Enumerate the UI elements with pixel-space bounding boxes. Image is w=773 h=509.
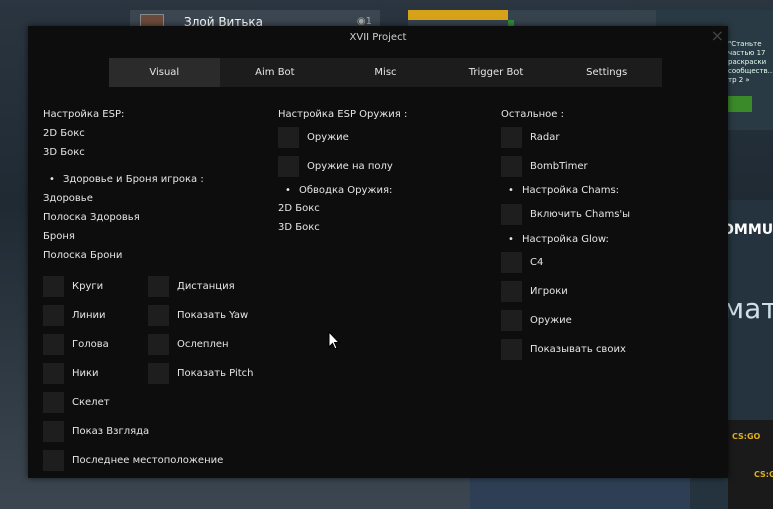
- checkbox-box[interactable]: [501, 127, 522, 148]
- checkbox-box[interactable]: [148, 305, 169, 326]
- esp-health[interactable]: Здоровье: [43, 193, 93, 204]
- glow-header: Настройка Glow:: [508, 234, 609, 245]
- weapon-box-3d[interactable]: 3D Бокс: [278, 222, 320, 233]
- esp-box-3d[interactable]: 3D Бокс: [43, 147, 85, 158]
- checkbox-box[interactable]: [43, 363, 64, 384]
- checkbox-glow-weapons[interactable]: Оружие: [501, 310, 572, 331]
- checkbox-box[interactable]: [43, 450, 64, 471]
- checkbox-last-position[interactable]: Последнее местоположение: [43, 450, 223, 471]
- checkbox-box[interactable]: [501, 339, 522, 360]
- checkbox-box[interactable]: [148, 334, 169, 355]
- tab-aim-bot[interactable]: Aim Bot: [220, 58, 331, 87]
- tab-misc[interactable]: Misc: [330, 58, 441, 87]
- checkbox-show-pitch[interactable]: Показать Pitch: [148, 363, 254, 384]
- esp-header: Настройка ESP:: [43, 109, 125, 120]
- csgo-logo: CS:GO: [754, 470, 773, 479]
- news-text: "Станьте частью 17 раскраски сообществ..…: [728, 40, 773, 84]
- community-text: OMMU: [722, 222, 773, 238]
- banner-strip: [408, 10, 508, 20]
- csgo-logo: CS:GO: [732, 432, 761, 441]
- checkbox-box[interactable]: [148, 276, 169, 297]
- esp-armor-bar[interactable]: Полоска Брони: [43, 250, 122, 261]
- cheat-menu-window: XVII Project × Visual Aim Bot Misc Trigg…: [28, 26, 728, 478]
- checkbox-box[interactable]: [501, 281, 522, 302]
- chams-header: Настройка Chams:: [508, 185, 619, 196]
- tab-trigger-bot[interactable]: Trigger Bot: [441, 58, 552, 87]
- checkbox-box[interactable]: [501, 156, 522, 177]
- checkbox-box[interactable]: [43, 334, 64, 355]
- checkbox-glow-c4[interactable]: C4: [501, 252, 543, 273]
- esp-box-2d[interactable]: 2D Бокс: [43, 128, 85, 139]
- checkbox-box[interactable]: [278, 156, 299, 177]
- checkbox-names[interactable]: Ники: [43, 363, 99, 384]
- checkbox-bomb-timer[interactable]: BombTimer: [501, 156, 588, 177]
- tab-bar: Visual Aim Bot Misc Trigger Bot Settings: [109, 58, 662, 87]
- other-header: Остальное :: [501, 109, 564, 120]
- close-icon[interactable]: ×: [711, 28, 724, 44]
- checkbox-weapons[interactable]: Оружие: [278, 127, 349, 148]
- checkbox-box[interactable]: [43, 392, 64, 413]
- checkbox-lines[interactable]: Линии: [43, 305, 106, 326]
- checkbox-circles[interactable]: Круги: [43, 276, 103, 297]
- checkbox-head[interactable]: Голова: [43, 334, 109, 355]
- esp-health-bar[interactable]: Полоска Здоровья: [43, 212, 140, 223]
- checkbox-show-yaw[interactable]: Показать Yaw: [148, 305, 248, 326]
- esp-armor[interactable]: Броня: [43, 231, 75, 242]
- checkbox-box[interactable]: [501, 252, 522, 273]
- checkbox-glow-players[interactable]: Игроки: [501, 281, 568, 302]
- checkbox-skeleton[interactable]: Скелет: [43, 392, 110, 413]
- weapon-outline-header: Обводка Оружия:: [285, 185, 392, 196]
- checkbox-box[interactable]: [43, 421, 64, 442]
- tab-settings[interactable]: Settings: [551, 58, 662, 87]
- weapon-box-2d[interactable]: 2D Бокс: [278, 203, 320, 214]
- tab-visual[interactable]: Visual: [109, 58, 220, 87]
- checkbox-box[interactable]: [43, 305, 64, 326]
- health-armor-header: Здоровье и Броня игрока :: [49, 174, 204, 185]
- checkbox-flashed[interactable]: Ослеплен: [148, 334, 229, 355]
- checkbox-distance[interactable]: Дистанция: [148, 276, 235, 297]
- checkbox-glow-teammates[interactable]: Показывать своих: [501, 339, 626, 360]
- weapon-esp-header: Настройка ESP Оружия :: [278, 109, 408, 120]
- promo-text: мат: [723, 292, 773, 325]
- window-title: XVII Project: [349, 32, 407, 43]
- checkbox-box[interactable]: [43, 276, 64, 297]
- checkbox-box[interactable]: [501, 310, 522, 331]
- checkbox-box[interactable]: [148, 363, 169, 384]
- checkbox-enable-chams[interactable]: Включить Chams'ы: [501, 204, 630, 225]
- checkbox-box[interactable]: [501, 204, 522, 225]
- checkbox-weapons-on-ground[interactable]: Оружие на полу: [278, 156, 393, 177]
- mouse-cursor-icon: [328, 331, 340, 350]
- checkbox-radar[interactable]: Radar: [501, 127, 559, 148]
- checkbox-box[interactable]: [278, 127, 299, 148]
- checkbox-view-direction[interactable]: Показ Взгляда: [43, 421, 149, 442]
